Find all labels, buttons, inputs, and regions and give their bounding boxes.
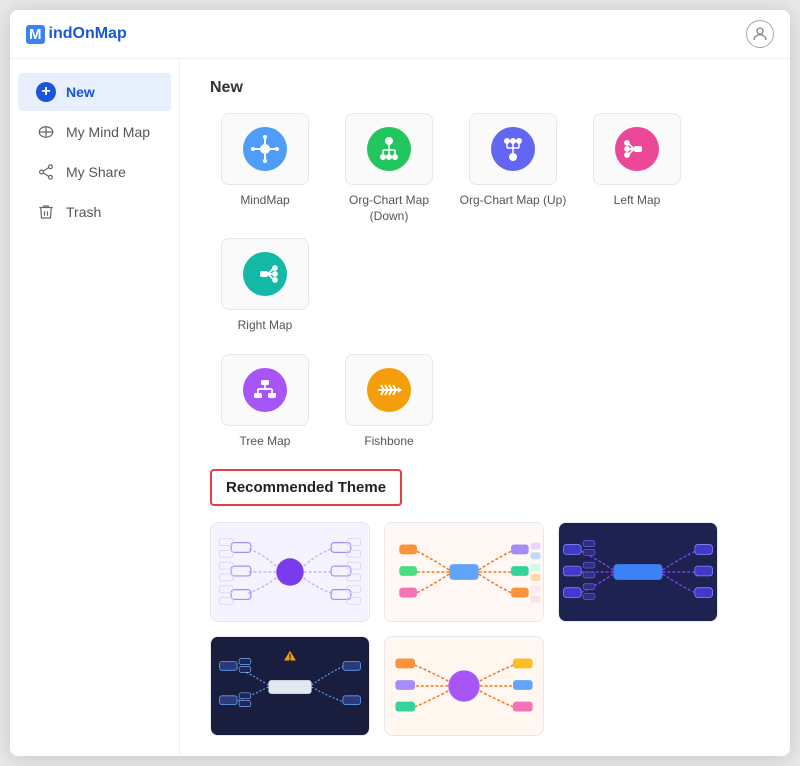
- template-card-fishbone[interactable]: Fishbone: [334, 354, 444, 450]
- fishbone-icon: [367, 368, 411, 412]
- org-chart-down-icon: [367, 127, 411, 171]
- template-icon-box-left-map[interactable]: [593, 113, 681, 185]
- main-content: New: [180, 59, 790, 756]
- theme-card-2[interactable]: [384, 522, 544, 622]
- recommended-theme-section: Recommended Theme: [210, 469, 760, 736]
- plus-icon: +: [36, 82, 56, 102]
- template-icon-box-tree-map[interactable]: [221, 354, 309, 426]
- main-layout: + New My Mind Map: [10, 59, 790, 756]
- template-grid-row2: Tree Map: [210, 354, 760, 450]
- new-section-title: New: [210, 79, 760, 97]
- org-chart-up-label: Org-Chart Map (Up): [460, 193, 567, 209]
- template-card-org-up[interactable]: Org-Chart Map (Up): [458, 113, 568, 224]
- brain-icon: [36, 122, 56, 142]
- recommended-theme-label: Recommended Theme: [226, 479, 386, 496]
- theme-card-5[interactable]: [384, 636, 544, 736]
- sidebar-item-my-share-label: My Share: [66, 164, 126, 180]
- right-map-icon: [243, 252, 287, 296]
- share-icon: [36, 162, 56, 182]
- template-card-right-map[interactable]: Right Map: [210, 238, 320, 334]
- theme-card-4[interactable]: [210, 636, 370, 736]
- template-card-org-down[interactable]: Org-Chart Map(Down): [334, 113, 444, 224]
- template-icon-box-right-map[interactable]: [221, 238, 309, 310]
- sidebar-item-my-mind-map[interactable]: My Mind Map: [18, 113, 171, 151]
- theme-card-1[interactable]: [210, 522, 370, 622]
- trash-icon: [36, 202, 56, 222]
- template-card-left-map[interactable]: Left Map: [582, 113, 692, 224]
- template-icon-box-fishbone[interactable]: [345, 354, 433, 426]
- left-map-icon: [615, 127, 659, 171]
- left-map-label: Left Map: [614, 193, 661, 209]
- app-window: M indOnMap + New: [10, 10, 790, 756]
- fishbone-label: Fishbone: [364, 434, 413, 450]
- template-icon-box-org-down[interactable]: [345, 113, 433, 185]
- sidebar-item-trash[interactable]: Trash: [18, 193, 171, 231]
- template-icon-box-mindmap[interactable]: [221, 113, 309, 185]
- title-bar: M indOnMap: [10, 10, 790, 59]
- sidebar-item-my-mind-map-label: My Mind Map: [66, 124, 150, 140]
- sidebar-item-trash-label: Trash: [66, 204, 101, 220]
- tree-map-icon: [243, 368, 287, 412]
- sidebar-item-new-label: New: [66, 84, 95, 100]
- template-card-tree-map[interactable]: Tree Map: [210, 354, 320, 450]
- mindmap-label: MindMap: [240, 193, 289, 209]
- logo-text: indOnMap: [49, 25, 127, 43]
- logo: M indOnMap: [26, 25, 127, 44]
- recommended-theme-header: Recommended Theme: [210, 469, 402, 506]
- template-grid: MindMap: [210, 113, 760, 334]
- logo-m: M: [26, 25, 45, 44]
- user-avatar-button[interactable]: [746, 20, 774, 48]
- right-map-label: Right Map: [238, 318, 293, 334]
- template-icon-box-org-up[interactable]: [469, 113, 557, 185]
- sidebar: + New My Mind Map: [10, 59, 180, 756]
- sidebar-item-new[interactable]: + New: [18, 73, 171, 111]
- template-card-mindmap[interactable]: MindMap: [210, 113, 320, 224]
- org-chart-down-label: Org-Chart Map(Down): [349, 193, 429, 224]
- sidebar-item-my-share[interactable]: My Share: [18, 153, 171, 191]
- tree-map-label: Tree Map: [240, 434, 291, 450]
- theme-card-3[interactable]: [558, 522, 718, 622]
- theme-grid: [210, 522, 760, 736]
- mindmap-icon: [243, 127, 287, 171]
- org-chart-up-icon: [491, 127, 535, 171]
